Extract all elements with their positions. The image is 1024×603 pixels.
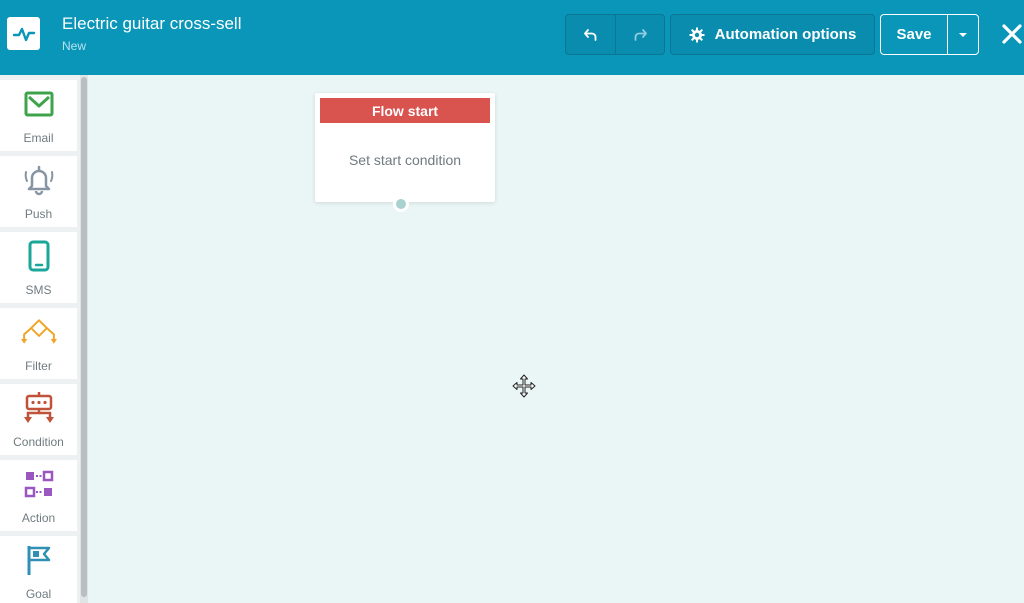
palette-item-action[interactable]: Action <box>0 460 77 531</box>
app-logo <box>7 17 40 50</box>
palette-item-label: Email <box>23 131 54 145</box>
palette-item-label: Filter <box>25 359 52 373</box>
palette-item-condition[interactable]: Condition <box>0 384 77 455</box>
redo-button[interactable] <box>615 15 664 54</box>
save-split-button: Save <box>880 14 979 55</box>
palette-item-email[interactable]: Email <box>0 80 77 151</box>
set-start-condition[interactable]: Set start condition <box>315 152 495 168</box>
top-bar: Electric guitar cross-sell New Automatio… <box>0 0 1024 75</box>
flow-start-connector[interactable] <box>393 196 409 212</box>
close-button[interactable] <box>998 20 1024 48</box>
palette-scrollbar[interactable] <box>80 75 88 603</box>
bell-icon <box>24 165 53 196</box>
automation-title[interactable]: Electric guitar cross-sell <box>62 14 242 34</box>
undo-icon <box>583 28 596 41</box>
save-options-dropdown[interactable] <box>948 15 978 54</box>
palette-item-goal[interactable]: Goal <box>0 536 77 603</box>
flow-start-title: Flow start <box>320 98 490 123</box>
palette-item-filter[interactable]: Filter <box>0 308 77 379</box>
gear-icon <box>689 27 705 42</box>
undo-redo-group <box>565 14 665 55</box>
undo-button[interactable] <box>566 15 615 54</box>
envelope-icon <box>24 91 53 117</box>
palette-item-label: Goal <box>25 587 52 601</box>
flow-canvas[interactable] <box>88 75 1024 603</box>
automation-status: New <box>62 39 87 53</box>
pulse-icon <box>12 27 35 41</box>
close-icon <box>1002 24 1022 44</box>
automation-options-button[interactable]: Automation options <box>670 14 875 55</box>
palette-item-push[interactable]: Push <box>0 156 77 227</box>
caret-down-icon <box>959 32 967 37</box>
automation-options-label: Automation options <box>714 26 857 43</box>
palette-item-label: Action <box>21 511 56 525</box>
node-palette: Email Push SMS Filter Condition Action G… <box>0 75 88 603</box>
palette-item-label: Condition <box>13 435 64 449</box>
action-icon <box>24 470 53 498</box>
palette-item-sms[interactable]: SMS <box>0 232 77 303</box>
palette-item-label: Push <box>24 207 53 221</box>
palette-scroll-thumb[interactable] <box>81 77 87 597</box>
condition-icon <box>23 392 54 423</box>
move-cursor-icon <box>512 374 536 398</box>
palette-item-label: SMS <box>25 283 52 297</box>
filter-icon <box>20 319 57 344</box>
phone-icon <box>28 240 49 272</box>
save-button[interactable]: Save <box>881 15 948 54</box>
flow-start-node[interactable]: Flow start Set start condition <box>315 93 495 202</box>
redo-icon <box>634 28 647 41</box>
flag-icon <box>27 546 50 575</box>
